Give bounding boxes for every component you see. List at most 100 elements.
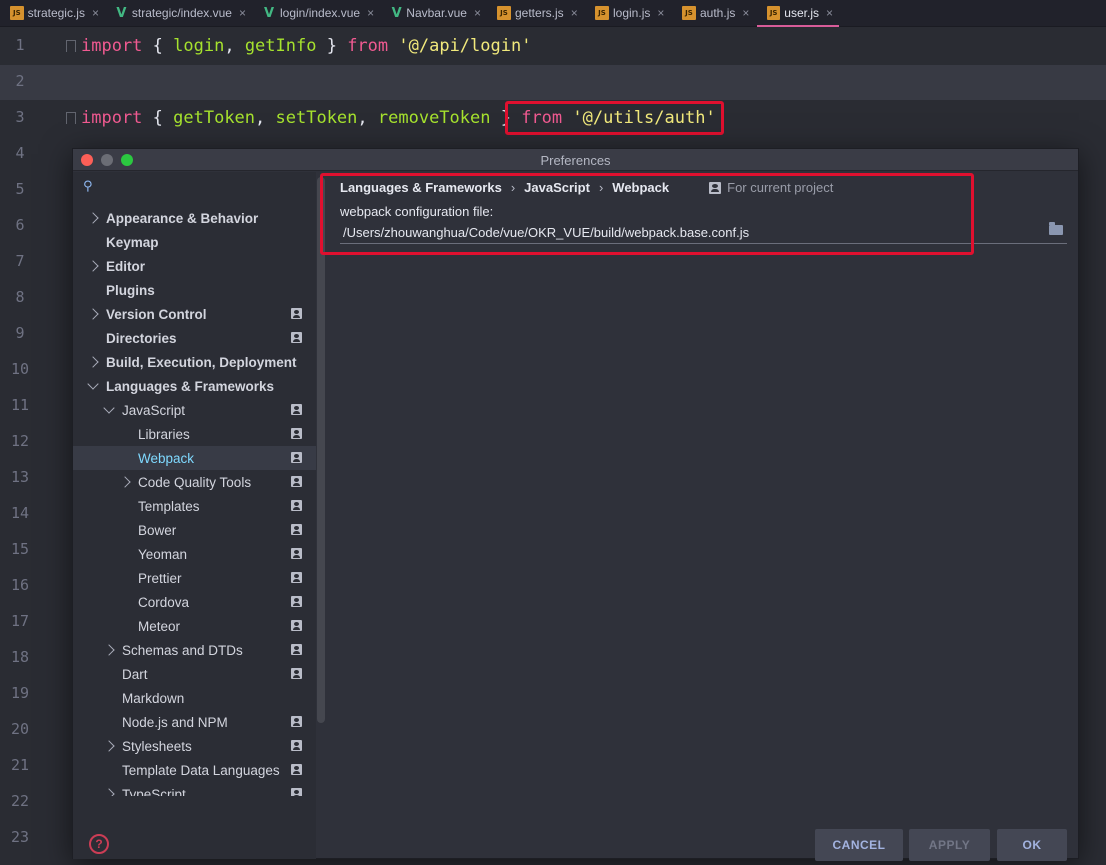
line-number-gutter: 1 2 3 4 5 6 7 8 9 10 11 12 13 14 15 16 17 18 19 20 21 22 23: [0, 27, 62, 865]
tree-item-prettier[interactable]: Prettier: [73, 566, 316, 590]
ok-button[interactable]: OK: [997, 829, 1067, 861]
tree-item-version-control[interactable]: Version Control: [73, 302, 316, 326]
tree-item-label: JavaScript: [122, 402, 186, 418]
tree-item-yeoman[interactable]: Yeoman: [73, 542, 316, 566]
tree-item-template-data-languages[interactable]: Template Data Languages: [73, 758, 316, 782]
sidebar-scrollbar[interactable]: [317, 177, 325, 723]
line-number: 3: [15, 108, 25, 126]
chevron-right-icon[interactable]: [87, 260, 99, 272]
tree-item-stylesheets[interactable]: Stylesheets: [73, 734, 316, 758]
chevron-right-icon[interactable]: [103, 644, 115, 656]
tree-item-label: Build, Execution, Deployment: [106, 354, 297, 370]
tab-getters-js[interactable]: JS getters.js ×: [487, 0, 585, 26]
tree-item-javascript[interactable]: JavaScript: [73, 398, 316, 422]
project-icon: [291, 476, 302, 487]
close-icon[interactable]: ×: [367, 6, 374, 20]
folder-browse-icon[interactable]: [1049, 222, 1063, 235]
chevron-right-icon[interactable]: [119, 476, 131, 488]
chevron-down-icon[interactable]: [87, 378, 99, 390]
tree-item-appearance-behavior[interactable]: Appearance & Behavior: [73, 206, 316, 230]
project-icon: [291, 452, 302, 463]
project-icon: [291, 764, 302, 775]
js-file-icon: JS: [595, 6, 609, 20]
tree-item-build-execution-deployment[interactable]: Build, Execution, Deployment: [73, 350, 316, 374]
tab-navbar-vue[interactable]: V Navbar.vue ×: [381, 0, 487, 26]
chevron-down-icon[interactable]: [103, 402, 115, 414]
tree-item-typescript[interactable]: TypeScript: [73, 782, 316, 796]
line-number: 19: [10, 684, 30, 702]
tree-item-libraries[interactable]: Libraries: [73, 422, 316, 446]
search-icon[interactable]: ⚲: [83, 179, 93, 194]
chevron-right-icon[interactable]: [87, 212, 99, 224]
line-number: 16: [10, 576, 30, 594]
chevron-right-icon[interactable]: [87, 356, 99, 368]
chevron-right-icon[interactable]: [87, 308, 99, 320]
tree-item-cordova[interactable]: Cordova: [73, 590, 316, 614]
js-file-icon: JS: [767, 6, 781, 20]
code-line-1[interactable]: import { login, getInfo } from '@/api/lo…: [81, 36, 531, 56]
close-icon[interactable]: ×: [92, 6, 99, 20]
tab-strategic-index-vue[interactable]: Vstrategic/index.vue ×: [105, 0, 252, 26]
tree-item-node-js-and-npm[interactable]: Node.js and NPM: [73, 710, 316, 734]
tree-item-markdown[interactable]: Markdown: [73, 686, 316, 710]
project-icon: [291, 500, 302, 511]
tree-item-templates[interactable]: Templates: [73, 494, 316, 518]
tree-item-meteor[interactable]: Meteor: [73, 614, 316, 638]
tree-item-languages-frameworks[interactable]: Languages & Frameworks: [73, 374, 316, 398]
tree-item-label: Editor: [106, 258, 145, 274]
apply-button[interactable]: APPLY: [909, 829, 990, 861]
tree-item-label: Meteor: [138, 618, 181, 634]
code-token: removeToken: [377, 108, 491, 128]
tree-item-label: Directories: [106, 330, 177, 346]
close-icon[interactable]: ×: [826, 6, 833, 20]
tree-item-dart[interactable]: Dart: [73, 662, 316, 686]
tab-user-js[interactable]: JS user.js ×: [757, 0, 839, 27]
cancel-button[interactable]: CANCEL: [815, 829, 903, 861]
tab-login-js[interactable]: JS login.js ×: [585, 0, 672, 26]
dialog-title: Preferences: [540, 153, 611, 168]
tree-item-keymap[interactable]: Keymap: [73, 230, 316, 254]
tree-item-label: Dart: [122, 666, 148, 682]
code-token: ,: [224, 36, 245, 56]
help-button[interactable]: ?: [89, 834, 109, 854]
tab-auth-js[interactable]: JS auth.js ×: [672, 0, 757, 26]
close-icon[interactable]: ×: [571, 6, 578, 20]
tree-item-schemas-and-dtds[interactable]: Schemas and DTDs: [73, 638, 316, 662]
tree-item-editor[interactable]: Editor: [73, 254, 316, 278]
project-icon: [291, 428, 302, 439]
tree-item-code-quality-tools[interactable]: Code Quality Tools: [73, 470, 316, 494]
tree-item-plugins[interactable]: Plugins: [73, 278, 316, 302]
tree-item-label: Appearance & Behavior: [106, 210, 259, 226]
code-token: from: [347, 36, 389, 56]
chevron-right-icon[interactable]: [103, 788, 115, 796]
close-icon[interactable]: ×: [239, 6, 246, 20]
settings-sidebar: ⚲ Appearance & Behavior Keymap Editor Plugi…: [73, 172, 316, 859]
close-icon[interactable]: ×: [657, 6, 664, 20]
line-number: 2: [15, 72, 25, 90]
fold-marker-icon[interactable]: [66, 112, 76, 124]
tree-item-directories[interactable]: Directories: [73, 326, 316, 350]
fold-marker-icon[interactable]: [66, 40, 76, 52]
dialog-titlebar: Preferences: [73, 149, 1078, 171]
tree-item-bower[interactable]: Bower: [73, 518, 316, 542]
project-icon: [291, 716, 302, 727]
code-token: getToken: [173, 108, 256, 128]
vue-file-icon: V: [391, 5, 402, 21]
settings-content: Languages & Frameworks › JavaScript › We…: [325, 172, 1078, 861]
tree-item-label: Schemas and DTDs: [122, 642, 243, 658]
close-icon[interactable]: ×: [474, 6, 481, 20]
line-number: 10: [10, 360, 30, 378]
line-number: 14: [10, 504, 30, 522]
project-icon: [291, 668, 302, 679]
tab-login-index-vue[interactable]: Vlogin/index.vue ×: [252, 0, 381, 26]
tree-item-label: Plugins: [106, 282, 155, 298]
tree-item-webpack[interactable]: Webpack: [73, 446, 316, 470]
code-token: }: [316, 36, 348, 56]
highlight-box-import-from: [505, 101, 724, 135]
tab-strategic-js[interactable]: JS strategic.js ×: [0, 0, 105, 26]
tree-item-label: Code Quality Tools: [138, 474, 252, 490]
close-icon[interactable]: ×: [742, 6, 749, 20]
project-icon: [291, 620, 302, 631]
chevron-right-icon[interactable]: [103, 740, 115, 752]
